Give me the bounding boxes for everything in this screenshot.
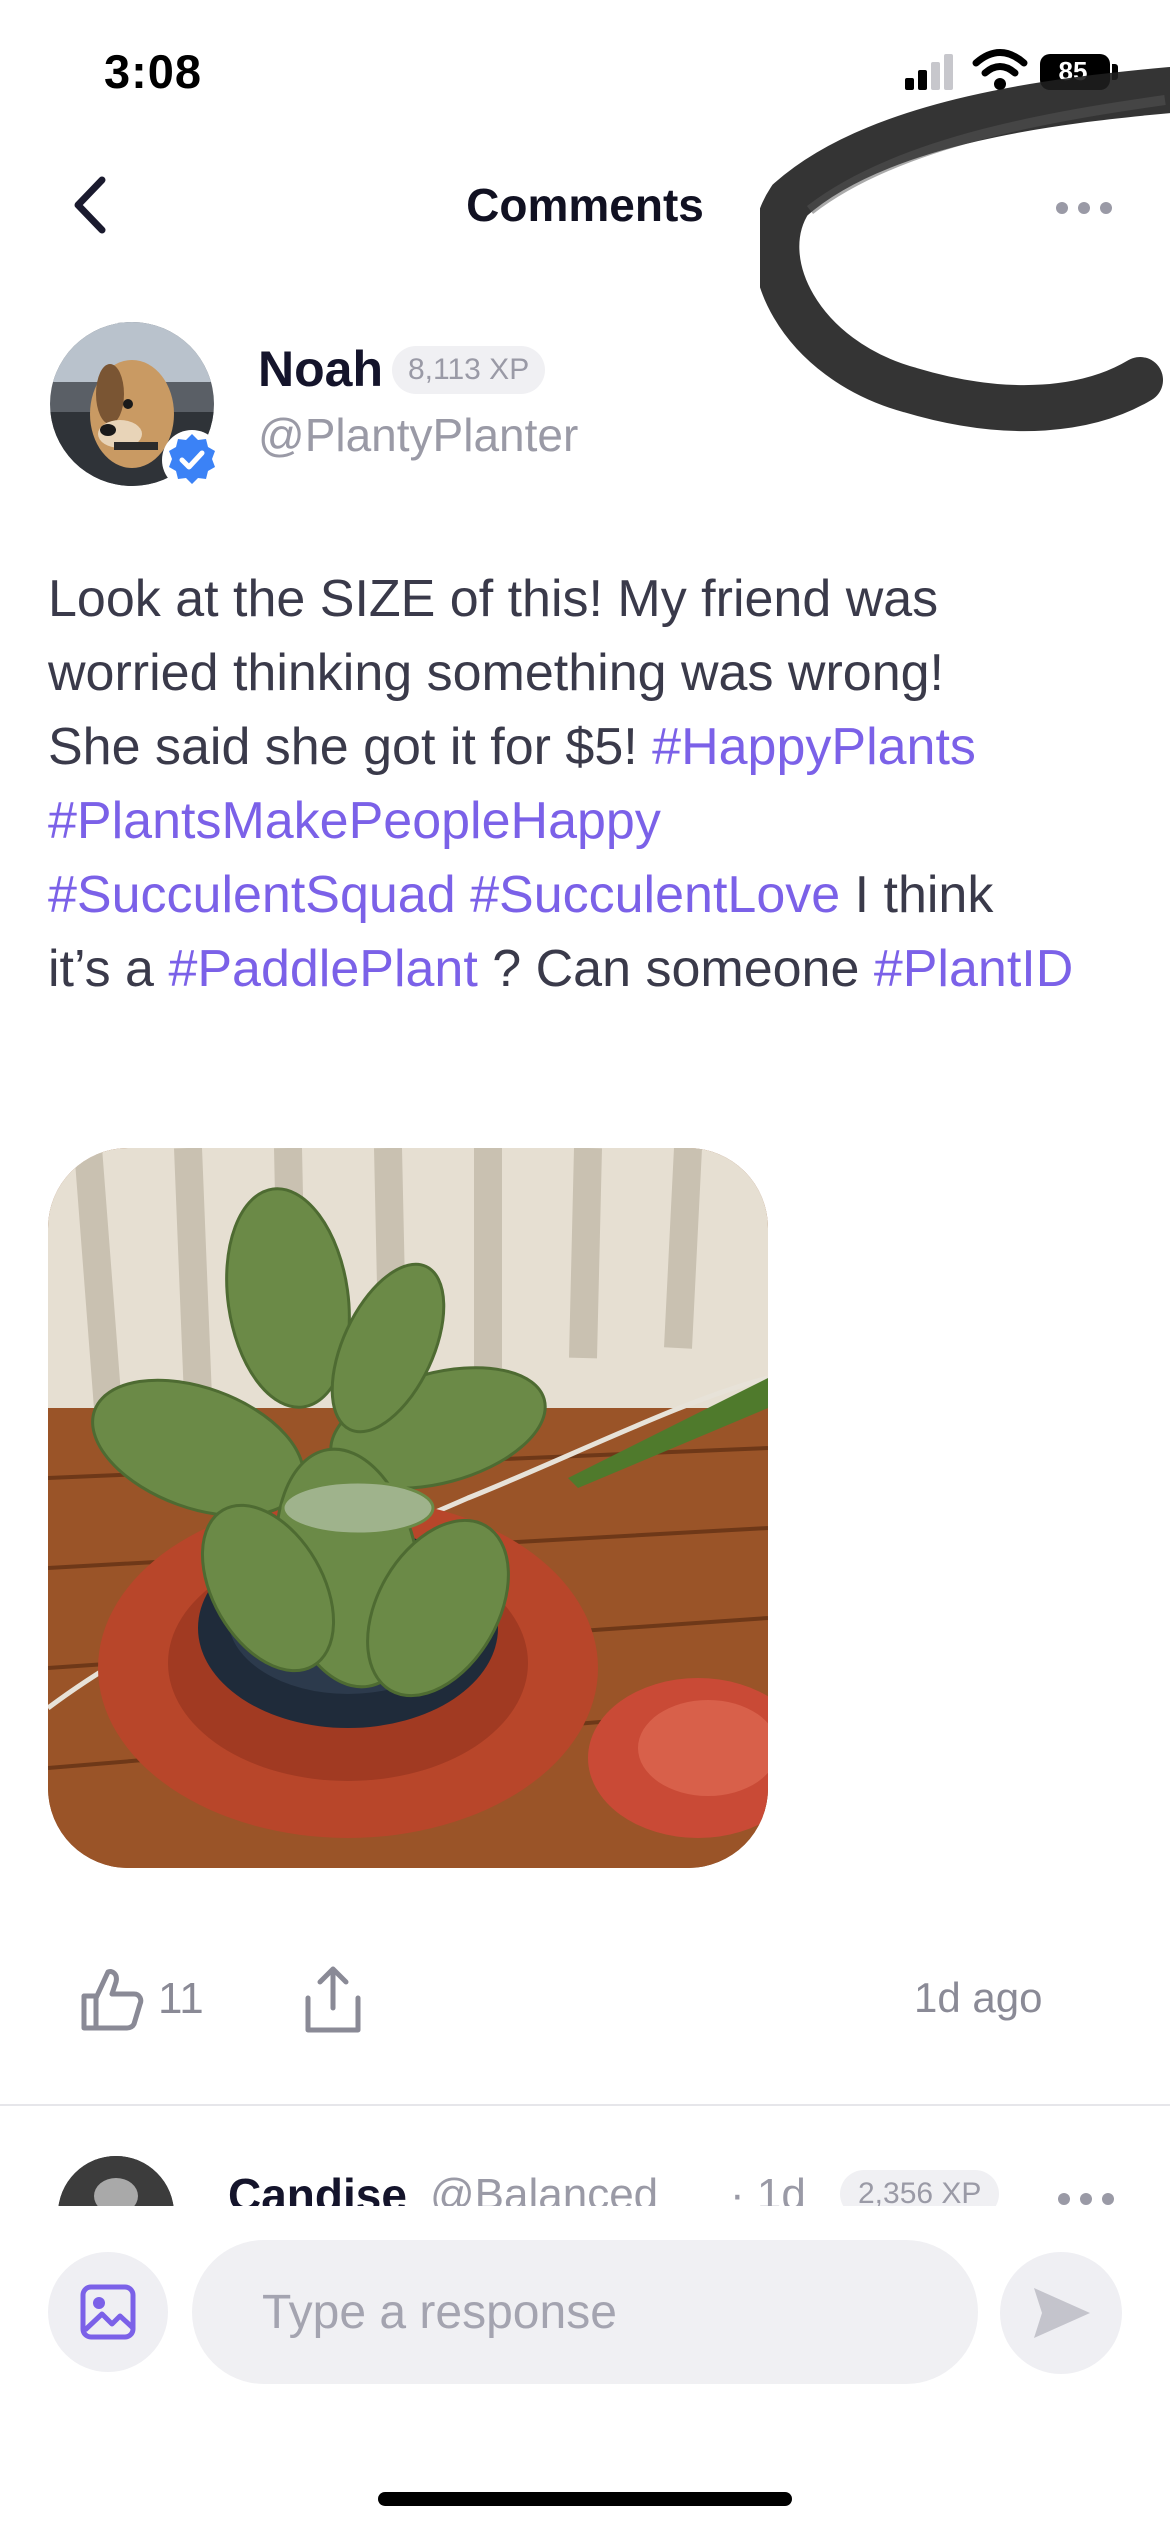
- succulent-plant-photo: [48, 1148, 768, 1868]
- verified-check-icon: [162, 430, 222, 490]
- page-title: Comments: [466, 179, 704, 231]
- author-handle[interactable]: @PlantyPlanter: [258, 408, 578, 462]
- post-text-line: it’s a #PaddlePlant ? Can someone #Plant…: [48, 932, 1138, 1006]
- post-text-segment: Look at the SIZE of this! My friend was: [48, 570, 939, 628]
- home-indicator[interactable]: [378, 2492, 792, 2506]
- post-text-segment: I think: [840, 866, 994, 924]
- post-timestamp: 1d ago: [914, 1974, 1043, 2021]
- author-xp-badge: 8,113 XP: [392, 346, 546, 394]
- more-options-button[interactable]: [1054, 188, 1114, 228]
- battery-level: 85: [1058, 56, 1088, 86]
- like-count: 11: [158, 1974, 204, 2023]
- comment-timestamp: · 1d: [730, 2170, 806, 2206]
- post-text-segment: She said she got it for $5!: [48, 718, 653, 776]
- attach-image-button[interactable]: [48, 2252, 168, 2372]
- hashtag-link[interactable]: #SucculentSquad: [48, 866, 456, 924]
- cellular-signal-icon: [905, 54, 953, 90]
- battery-indicator: 85: [1040, 54, 1110, 90]
- share-button[interactable]: [300, 1964, 366, 2036]
- comment-item[interactable]: Candise @Balanced · 1d 2,356 XP: [0, 2106, 1170, 2206]
- hashtag-link[interactable]: #HappyPlants: [652, 718, 976, 776]
- post-text-segment: [456, 866, 470, 924]
- post-text-segment: ? Can someone: [477, 940, 874, 998]
- post-text-line: Look at the SIZE of this! My friend was: [48, 562, 1138, 636]
- commenter-photo: [58, 2156, 174, 2206]
- post-photo[interactable]: [48, 1148, 768, 1868]
- send-icon: [1034, 2288, 1090, 2338]
- commenter-handle[interactable]: @Balanced: [430, 2170, 658, 2206]
- post-text-segment: worried thinking something was wrong!: [48, 644, 944, 702]
- hashtag-link[interactable]: #PlantID: [874, 940, 1073, 998]
- post-text-line: worried thinking something was wrong!: [48, 636, 1138, 710]
- send-button[interactable]: [1000, 2252, 1122, 2374]
- status-bar: 3:08 85: [0, 0, 1170, 150]
- status-time: 3:08: [104, 45, 203, 98]
- comments-screen: 3:08 85 Comments Noah 8,113 XP @PlantyPl…: [0, 0, 1170, 2532]
- commenter-name[interactable]: Candise: [228, 2168, 407, 2206]
- post-text-line: #PlantsMakePeopleHappy: [48, 784, 1138, 858]
- author-name[interactable]: Noah: [258, 340, 383, 398]
- like-button[interactable]: [76, 1964, 146, 2034]
- post-text-segment: it’s a: [48, 940, 169, 998]
- post-body-text: Look at the SIZE of this! My friend was w…: [48, 562, 1138, 1006]
- commenter-xp-badge: 2,356 XP: [840, 2170, 1000, 2206]
- post-text-line: #SucculentSquad #SucculentLove I think: [48, 858, 1138, 932]
- image-icon: [80, 2284, 136, 2340]
- hashtag-link[interactable]: #PaddlePlant: [168, 940, 477, 998]
- battery-nub: [1112, 64, 1118, 80]
- hashtag-link[interactable]: #PlantsMakePeopleHappy: [48, 792, 661, 850]
- hashtag-link[interactable]: #SucculentLove: [470, 866, 840, 924]
- comment-more-options-button[interactable]: [1056, 2184, 1116, 2206]
- response-input[interactable]: [192, 2240, 978, 2384]
- commenter-avatar[interactable]: [58, 2156, 174, 2206]
- wifi-icon: [972, 49, 1028, 90]
- post-text-line: She said she got it for $5! #HappyPlants: [48, 710, 1138, 784]
